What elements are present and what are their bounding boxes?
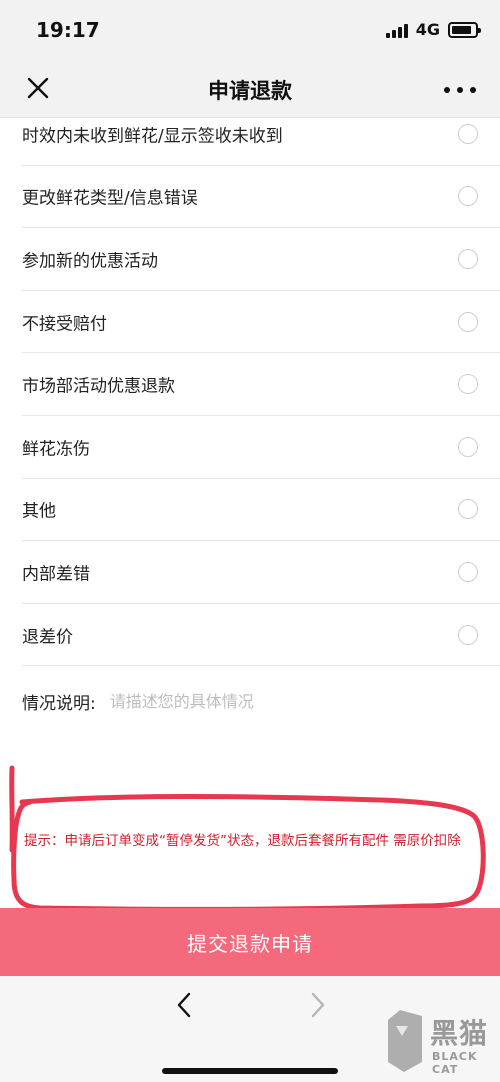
refund-reason-label: 时效内未收到鲜花/显示签收未收到 bbox=[22, 126, 283, 147]
refund-reason-item[interactable]: 内部差错 bbox=[22, 541, 500, 604]
radio-button[interactable] bbox=[458, 436, 478, 457]
refund-reason-item[interactable]: 参加新的优惠活动 bbox=[22, 228, 500, 291]
refund-reason-item[interactable]: 退差价 bbox=[22, 604, 500, 667]
description-label: 情况说明: bbox=[22, 693, 96, 714]
tip-text: 提示：申请后订单变成“暂停发货”状态，退款后套餐所有配件 需原价扣除 bbox=[24, 833, 461, 849]
refund-reason-label: 鲜花冻伤 bbox=[22, 439, 90, 460]
refund-reason-label: 参加新的优惠活动 bbox=[22, 251, 158, 272]
radio-button[interactable] bbox=[458, 561, 478, 582]
chevron-left-icon[interactable] bbox=[170, 990, 200, 1020]
description-row: 情况说明: bbox=[22, 686, 478, 716]
refund-reason-label: 不接受赔付 bbox=[22, 314, 107, 335]
page-title: 申请退款 bbox=[208, 79, 292, 103]
radio-button[interactable] bbox=[458, 624, 478, 645]
signal-icon bbox=[385, 22, 408, 38]
refund-reason-item[interactable]: 更改鲜花类型/信息错误 bbox=[22, 166, 500, 229]
home-indicator[interactable] bbox=[162, 1068, 338, 1074]
refund-reason-label: 退差价 bbox=[22, 627, 73, 648]
refund-reason-item[interactable]: 时效内未收到鲜花/显示签收未收到 bbox=[22, 103, 500, 166]
status-time: 19:17 bbox=[36, 18, 100, 42]
status-indicators: 4G bbox=[385, 20, 481, 39]
refund-reason-item[interactable]: 鲜花冻伤 bbox=[22, 416, 500, 479]
radio-button[interactable] bbox=[458, 499, 478, 520]
description-input[interactable] bbox=[109, 691, 478, 711]
battery-level bbox=[452, 25, 471, 34]
refund-reason-item[interactable]: 其他 bbox=[22, 479, 500, 542]
more-icon[interactable] bbox=[444, 80, 476, 100]
radio-button[interactable] bbox=[458, 186, 478, 207]
radio-button[interactable] bbox=[458, 123, 478, 144]
watermark: 黑猫 BLACK CAT bbox=[382, 1006, 494, 1076]
radio-button[interactable] bbox=[458, 311, 478, 332]
radio-button[interactable] bbox=[458, 248, 478, 269]
battery-icon bbox=[448, 21, 481, 38]
watermark-main-text: 黑猫 bbox=[430, 1017, 489, 1050]
chevron-right-icon[interactable] bbox=[302, 990, 332, 1020]
refund-reason-label: 内部差错 bbox=[22, 564, 90, 585]
refund-reason-label: 其他 bbox=[22, 501, 56, 522]
refund-reason-label: 市场部活动优惠退款 bbox=[22, 376, 175, 397]
watermark-sub-text: BLACK CAT bbox=[432, 1050, 478, 1076]
refund-reason-label: 更改鲜花类型/信息错误 bbox=[22, 188, 198, 209]
status-bar: 19:17 4G bbox=[0, 0, 500, 62]
radio-button[interactable] bbox=[458, 374, 478, 395]
tip-area: 提示：申请后订单变成“暂停发货”状态，退款后套餐所有配件 需原价扣除 bbox=[0, 760, 500, 908]
refund-reason-item[interactable]: 不接受赔付 bbox=[22, 291, 500, 354]
network-type: 4G bbox=[415, 20, 440, 39]
submit-refund-button[interactable]: 提交退款申请 bbox=[0, 908, 500, 976]
refund-reason-item[interactable]: 市场部活动优惠退款 bbox=[22, 353, 500, 416]
refund-reason-list: 时效内未收到鲜花/显示签收未收到 更改鲜花类型/信息错误 参加新的优惠活动 不接受赔付… bbox=[0, 103, 500, 667]
